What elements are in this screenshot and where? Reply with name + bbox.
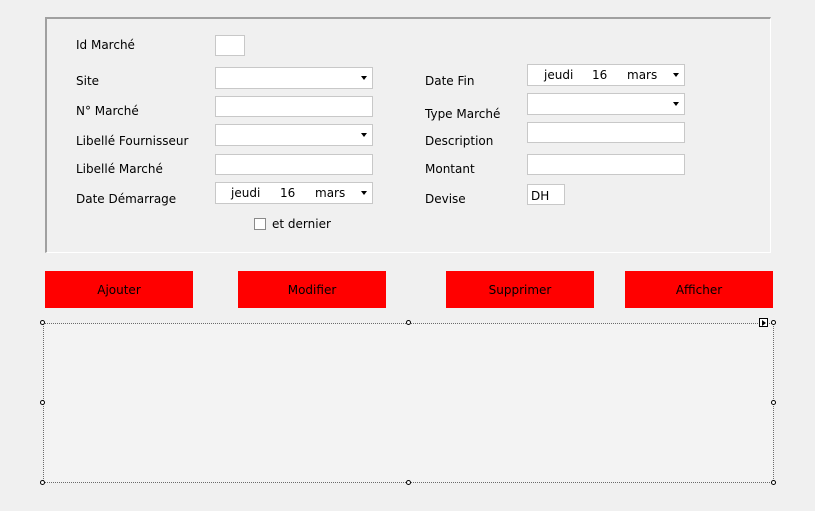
date-fin-label: Date Fin — [425, 74, 475, 88]
date-demarrage-month[interactable]: mars — [315, 186, 345, 200]
libelle-marche-input[interactable] — [215, 154, 373, 175]
date-demarrage-picker[interactable]: jeudi 16 mars — [215, 182, 373, 204]
resize-handle[interactable] — [771, 320, 776, 325]
ajouter-button[interactable]: Ajouter — [45, 271, 193, 308]
supprimer-button[interactable]: Supprimer — [446, 271, 594, 308]
resize-handle[interactable] — [40, 480, 45, 485]
date-demarrage-dayname[interactable]: jeudi — [231, 186, 260, 200]
date-fin-day[interactable]: 16 — [592, 68, 607, 82]
type-marche-combobox[interactable] — [527, 93, 685, 115]
chevron-down-icon[interactable] — [673, 73, 679, 77]
et-dernier-label[interactable]: et dernier — [272, 217, 331, 231]
site-label: Site — [76, 74, 100, 88]
montant-input[interactable] — [527, 154, 685, 175]
description-label: Description — [425, 134, 494, 148]
description-input[interactable] — [527, 122, 685, 143]
chevron-down-icon[interactable] — [361, 76, 367, 80]
date-fin-picker[interactable]: jeudi 16 mars — [527, 64, 685, 86]
libelle-marche-label: Libellé Marché — [76, 162, 163, 176]
date-fin-dayname[interactable]: jeudi — [544, 68, 573, 82]
resize-handle[interactable] — [40, 320, 45, 325]
resize-handle[interactable] — [40, 400, 45, 405]
resize-handle[interactable] — [771, 480, 776, 485]
resize-handle[interactable] — [771, 400, 776, 405]
devise-label: Devise — [425, 192, 466, 206]
modifier-button[interactable]: Modifier — [238, 271, 386, 308]
chevron-down-icon[interactable] — [361, 191, 367, 195]
id-marche-input[interactable] — [215, 35, 245, 56]
afficher-button[interactable]: Afficher — [625, 271, 773, 308]
data-grid[interactable] — [43, 323, 774, 483]
et-dernier-checkbox[interactable] — [254, 218, 266, 230]
resize-handle[interactable] — [406, 480, 411, 485]
n-marche-input[interactable] — [215, 96, 373, 117]
id-marche-label: Id Marché — [76, 38, 135, 52]
date-demarrage-label: Date Démarrage — [76, 192, 177, 206]
montant-label: Montant — [425, 162, 475, 176]
type-marche-label: Type Marché — [425, 107, 501, 121]
smart-tag-arrow-icon[interactable] — [759, 318, 768, 327]
libelle-fournisseur-combobox[interactable] — [215, 124, 373, 146]
date-demarrage-day[interactable]: 16 — [280, 186, 295, 200]
devise-input[interactable]: DH — [527, 184, 565, 205]
n-marche-label: N° Marché — [76, 104, 139, 118]
chevron-down-icon[interactable] — [673, 102, 679, 106]
date-fin-month[interactable]: mars — [627, 68, 657, 82]
libelle-fournisseur-label: Libellé Fournisseur — [76, 134, 189, 148]
site-combobox[interactable] — [215, 67, 373, 89]
chevron-down-icon[interactable] — [361, 133, 367, 137]
resize-handle[interactable] — [406, 320, 411, 325]
